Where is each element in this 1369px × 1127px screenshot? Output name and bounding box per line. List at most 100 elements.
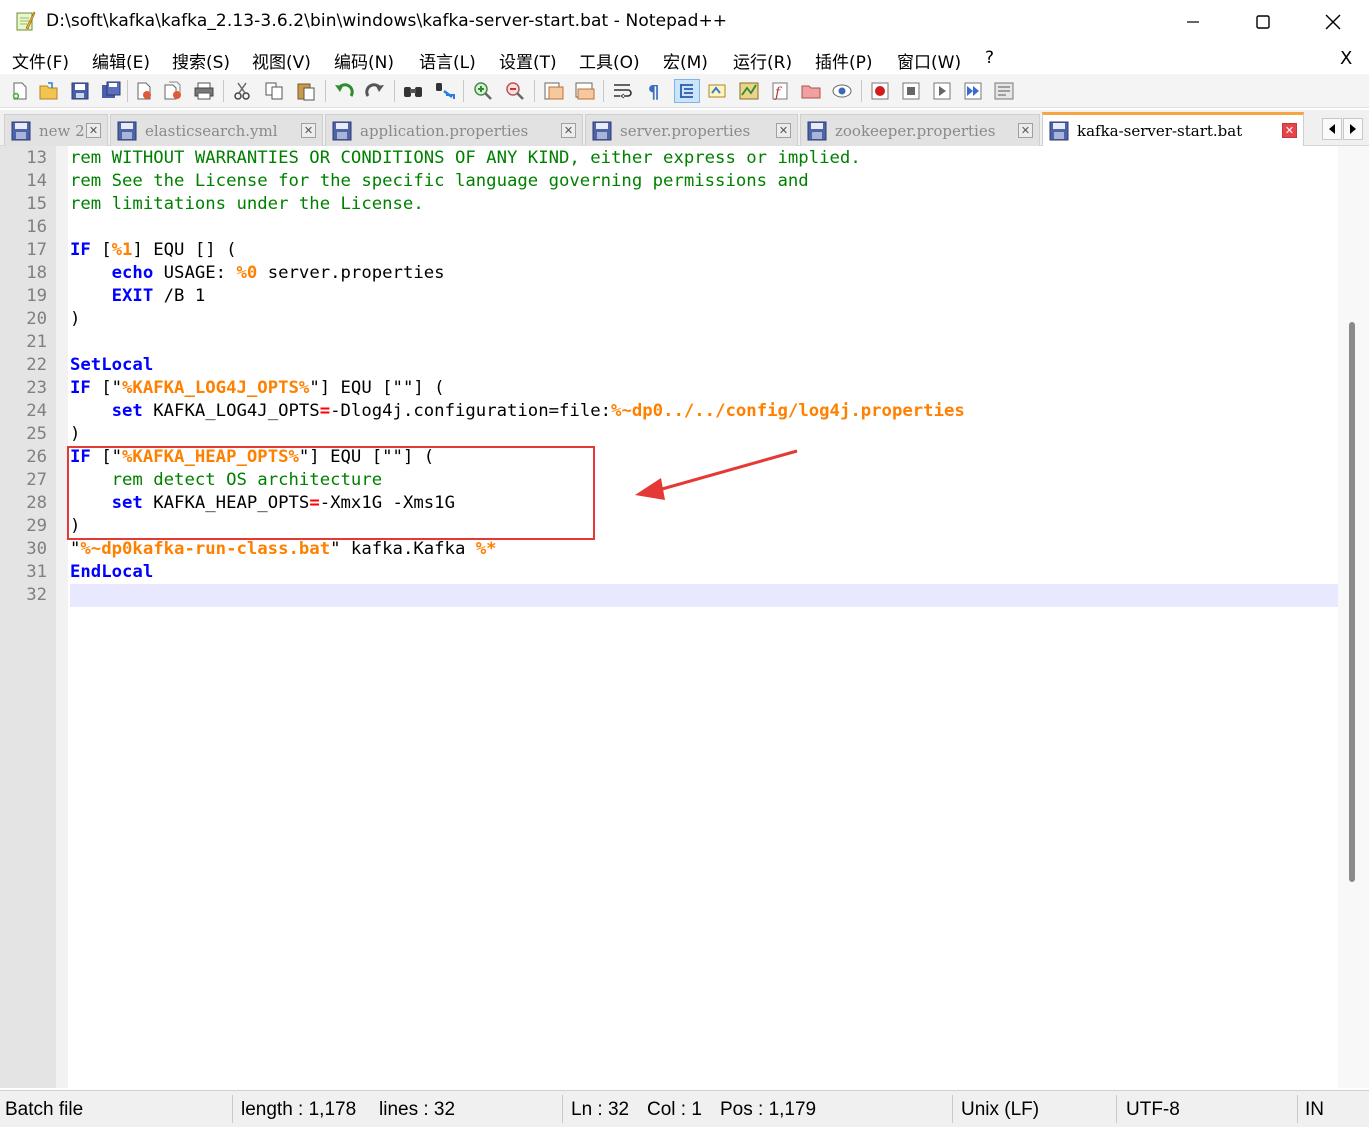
tab-close-button[interactable]: ✕: [561, 123, 576, 138]
menu-bar: 文件(F) 编辑(E) 搜索(S) 视图(V) 编码(N) 语言(L) 设置(T…: [0, 44, 1369, 74]
menu-language[interactable]: 语言(L): [419, 48, 476, 73]
find-icon[interactable]: [400, 79, 426, 103]
menu-settings[interactable]: 设置(T): [499, 48, 557, 73]
code-line[interactable]: rem See the License for the specific lan…: [70, 170, 1338, 193]
line-number: 17: [26, 240, 47, 260]
folder-workspace-icon[interactable]: [798, 79, 824, 103]
tab-close-button[interactable]: ✕: [301, 123, 316, 138]
tab-new-2[interactable]: new 2 ✕: [4, 114, 108, 146]
save-icon[interactable]: [67, 79, 93, 103]
copy-icon[interactable]: [261, 79, 287, 103]
maximize-button[interactable]: [1228, 0, 1298, 44]
code-line[interactable]: rem limitations under the License.: [70, 193, 1338, 216]
code-token: ] EQU [] (: [132, 240, 237, 260]
menu-view[interactable]: 视图(V): [252, 48, 311, 73]
status-insert-mode[interactable]: IN: [1305, 1099, 1324, 1121]
sync-vertical-icon[interactable]: [541, 79, 567, 103]
menu-plugins[interactable]: 插件(P): [815, 48, 873, 73]
tab-scroll-left-button[interactable]: [1322, 118, 1342, 140]
tab-elasticsearch-yml[interactable]: elasticsearch.yml ✕: [110, 114, 323, 146]
paste-icon[interactable]: [293, 79, 319, 103]
tab-close-button[interactable]: ✕: [1282, 123, 1297, 138]
tab-close-button[interactable]: ✕: [86, 123, 101, 138]
zoom-in-icon[interactable]: [470, 79, 496, 103]
menu-file[interactable]: 文件(F): [12, 48, 69, 73]
code-line[interactable]: EXIT /B 1: [70, 285, 1338, 308]
indent-guide-icon[interactable]: [674, 79, 700, 103]
tab-zookeeper-properties[interactable]: zookeeper.properties ✕: [800, 114, 1040, 146]
redo-icon[interactable]: [362, 79, 388, 103]
code-token: rem See the License for the specific lan…: [70, 171, 809, 191]
tab-application-properties[interactable]: application.properties ✕: [325, 114, 583, 146]
show-all-chars-icon[interactable]: ¶: [641, 79, 667, 103]
code-line[interactable]: [70, 331, 1338, 354]
menu-encoding[interactable]: 编码(N): [334, 48, 394, 73]
code-line[interactable]: [70, 216, 1338, 239]
code-line[interactable]: ): [70, 308, 1338, 331]
cut-icon[interactable]: [229, 79, 255, 103]
code-line[interactable]: SetLocal: [70, 354, 1338, 377]
menu-window[interactable]: 窗口(W): [897, 48, 961, 73]
status-eol[interactable]: Unix (LF): [961, 1099, 1039, 1121]
tab-kafka-server-start-bat[interactable]: kafka-server-start.bat ✕: [1042, 112, 1304, 146]
scrollbar-thumb[interactable]: [1349, 322, 1355, 882]
menu-tools[interactable]: 工具(O): [579, 48, 640, 73]
zoom-out-icon[interactable]: [502, 79, 528, 103]
print-icon[interactable]: [191, 79, 217, 103]
open-file-icon[interactable]: [36, 79, 62, 103]
replace-icon[interactable]: [432, 79, 458, 103]
code-line[interactable]: EndLocal: [70, 561, 1338, 584]
code-line[interactable]: IF ["%KAFKA_LOG4J_OPTS%"] EQU [""] (: [70, 377, 1338, 400]
line-number: 14: [26, 171, 47, 191]
close-all-icon[interactable]: [161, 79, 187, 103]
tab-scroll-right-button[interactable]: [1343, 118, 1363, 140]
chevron-left-icon: [1329, 124, 1335, 134]
record-macro-icon[interactable]: [867, 79, 893, 103]
save-macro-icon[interactable]: [991, 79, 1017, 103]
code-area[interactable]: rem WITHOUT WARRANTIES OR CONDITIONS OF …: [70, 146, 1338, 1088]
code-line[interactable]: ): [70, 423, 1338, 446]
play-macro-icon[interactable]: [929, 79, 955, 103]
fold-margin[interactable]: [56, 146, 68, 1088]
tab-close-button[interactable]: ✕: [1018, 123, 1033, 138]
save-all-icon[interactable]: [98, 79, 124, 103]
word-wrap-icon[interactable]: [610, 79, 636, 103]
code-token: [: [90, 240, 112, 260]
monitoring-icon[interactable]: [829, 79, 855, 103]
code-token: ): [70, 309, 81, 329]
code-line[interactable]: rem WITHOUT WARRANTIES OR CONDITIONS OF …: [70, 147, 1338, 170]
close-icon[interactable]: [131, 79, 157, 103]
user-language-icon[interactable]: [705, 79, 731, 103]
doc-map-icon[interactable]: [736, 79, 762, 103]
close-document-button[interactable]: X: [1340, 48, 1352, 69]
menu-run[interactable]: 运行(R): [733, 48, 792, 73]
code-line[interactable]: set KAFKA_LOG4J_OPTS=-Dlog4j.configurati…: [70, 400, 1338, 423]
menu-help[interactable]: ?: [985, 48, 994, 68]
stop-macro-icon[interactable]: [898, 79, 924, 103]
code-token: /B 1: [153, 286, 206, 306]
code-line[interactable]: IF [%1] EQU [] (: [70, 239, 1338, 262]
code-line[interactable]: "%~dp0kafka-run-class.bat" kafka.Kafka %…: [70, 538, 1338, 561]
tab-close-button[interactable]: ✕: [776, 123, 791, 138]
editor[interactable]: 13 14 15 16 17 18 19 20 21 22 23 24 25 26 27 28 29 30 31 32…: [0, 146, 1369, 1088]
code-line[interactable]: [70, 584, 1338, 607]
menu-edit[interactable]: 编辑(E): [92, 48, 150, 73]
status-encoding[interactable]: UTF-8: [1126, 1099, 1180, 1121]
run-macro-multiple-icon[interactable]: [960, 79, 986, 103]
code-line[interactable]: echo USAGE: %0 server.properties: [70, 262, 1338, 285]
line-number: 13: [26, 148, 47, 168]
status-language: Batch file: [5, 1099, 84, 1120]
close-window-button[interactable]: [1298, 0, 1368, 44]
new-file-icon[interactable]: [7, 79, 33, 103]
menu-macro[interactable]: 宏(M): [663, 48, 708, 73]
sync-horizontal-icon[interactable]: [572, 79, 598, 103]
minimize-button[interactable]: [1158, 0, 1228, 44]
undo-icon[interactable]: [331, 79, 357, 103]
vertical-scrollbar[interactable]: [1338, 146, 1369, 1088]
function-list-icon[interactable]: f: [767, 79, 793, 103]
saved-file-icon: [1049, 121, 1069, 140]
tab-label: server.properties: [620, 121, 751, 140]
tab-server-properties[interactable]: server.properties ✕: [585, 114, 798, 146]
menu-search[interactable]: 搜索(S): [172, 48, 230, 73]
